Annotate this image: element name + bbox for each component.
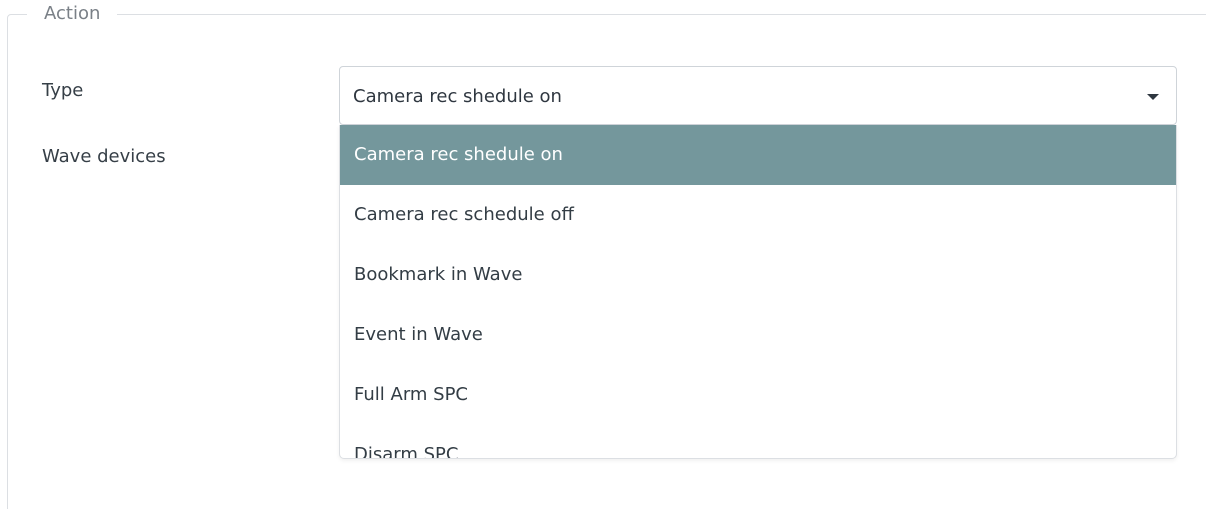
page: Action Type Wave devices Camera rec shed… — [0, 0, 1206, 509]
caret-down-icon — [1147, 94, 1159, 100]
dropdown-option[interactable]: Bookmark in Wave — [340, 245, 1176, 305]
type-select-value: Camera rec shedule on — [353, 86, 562, 107]
dropdown-option[interactable]: Event in Wave — [340, 305, 1176, 365]
type-label: Type — [42, 80, 84, 101]
dropdown-option[interactable]: Disarm SPC — [340, 425, 1176, 458]
type-dropdown-list[interactable]: Camera rec shedule on Camera rec schedul… — [339, 125, 1177, 459]
dropdown-option[interactable]: Camera rec shedule on — [340, 125, 1176, 185]
dropdown-option[interactable]: Full Arm SPC — [340, 365, 1176, 425]
fieldset-legend: Action — [27, 2, 118, 26]
dropdown-option[interactable]: Camera rec schedule off — [340, 185, 1176, 245]
type-select[interactable]: Camera rec shedule on — [339, 66, 1177, 125]
wave-devices-label: Wave devices — [42, 146, 166, 167]
